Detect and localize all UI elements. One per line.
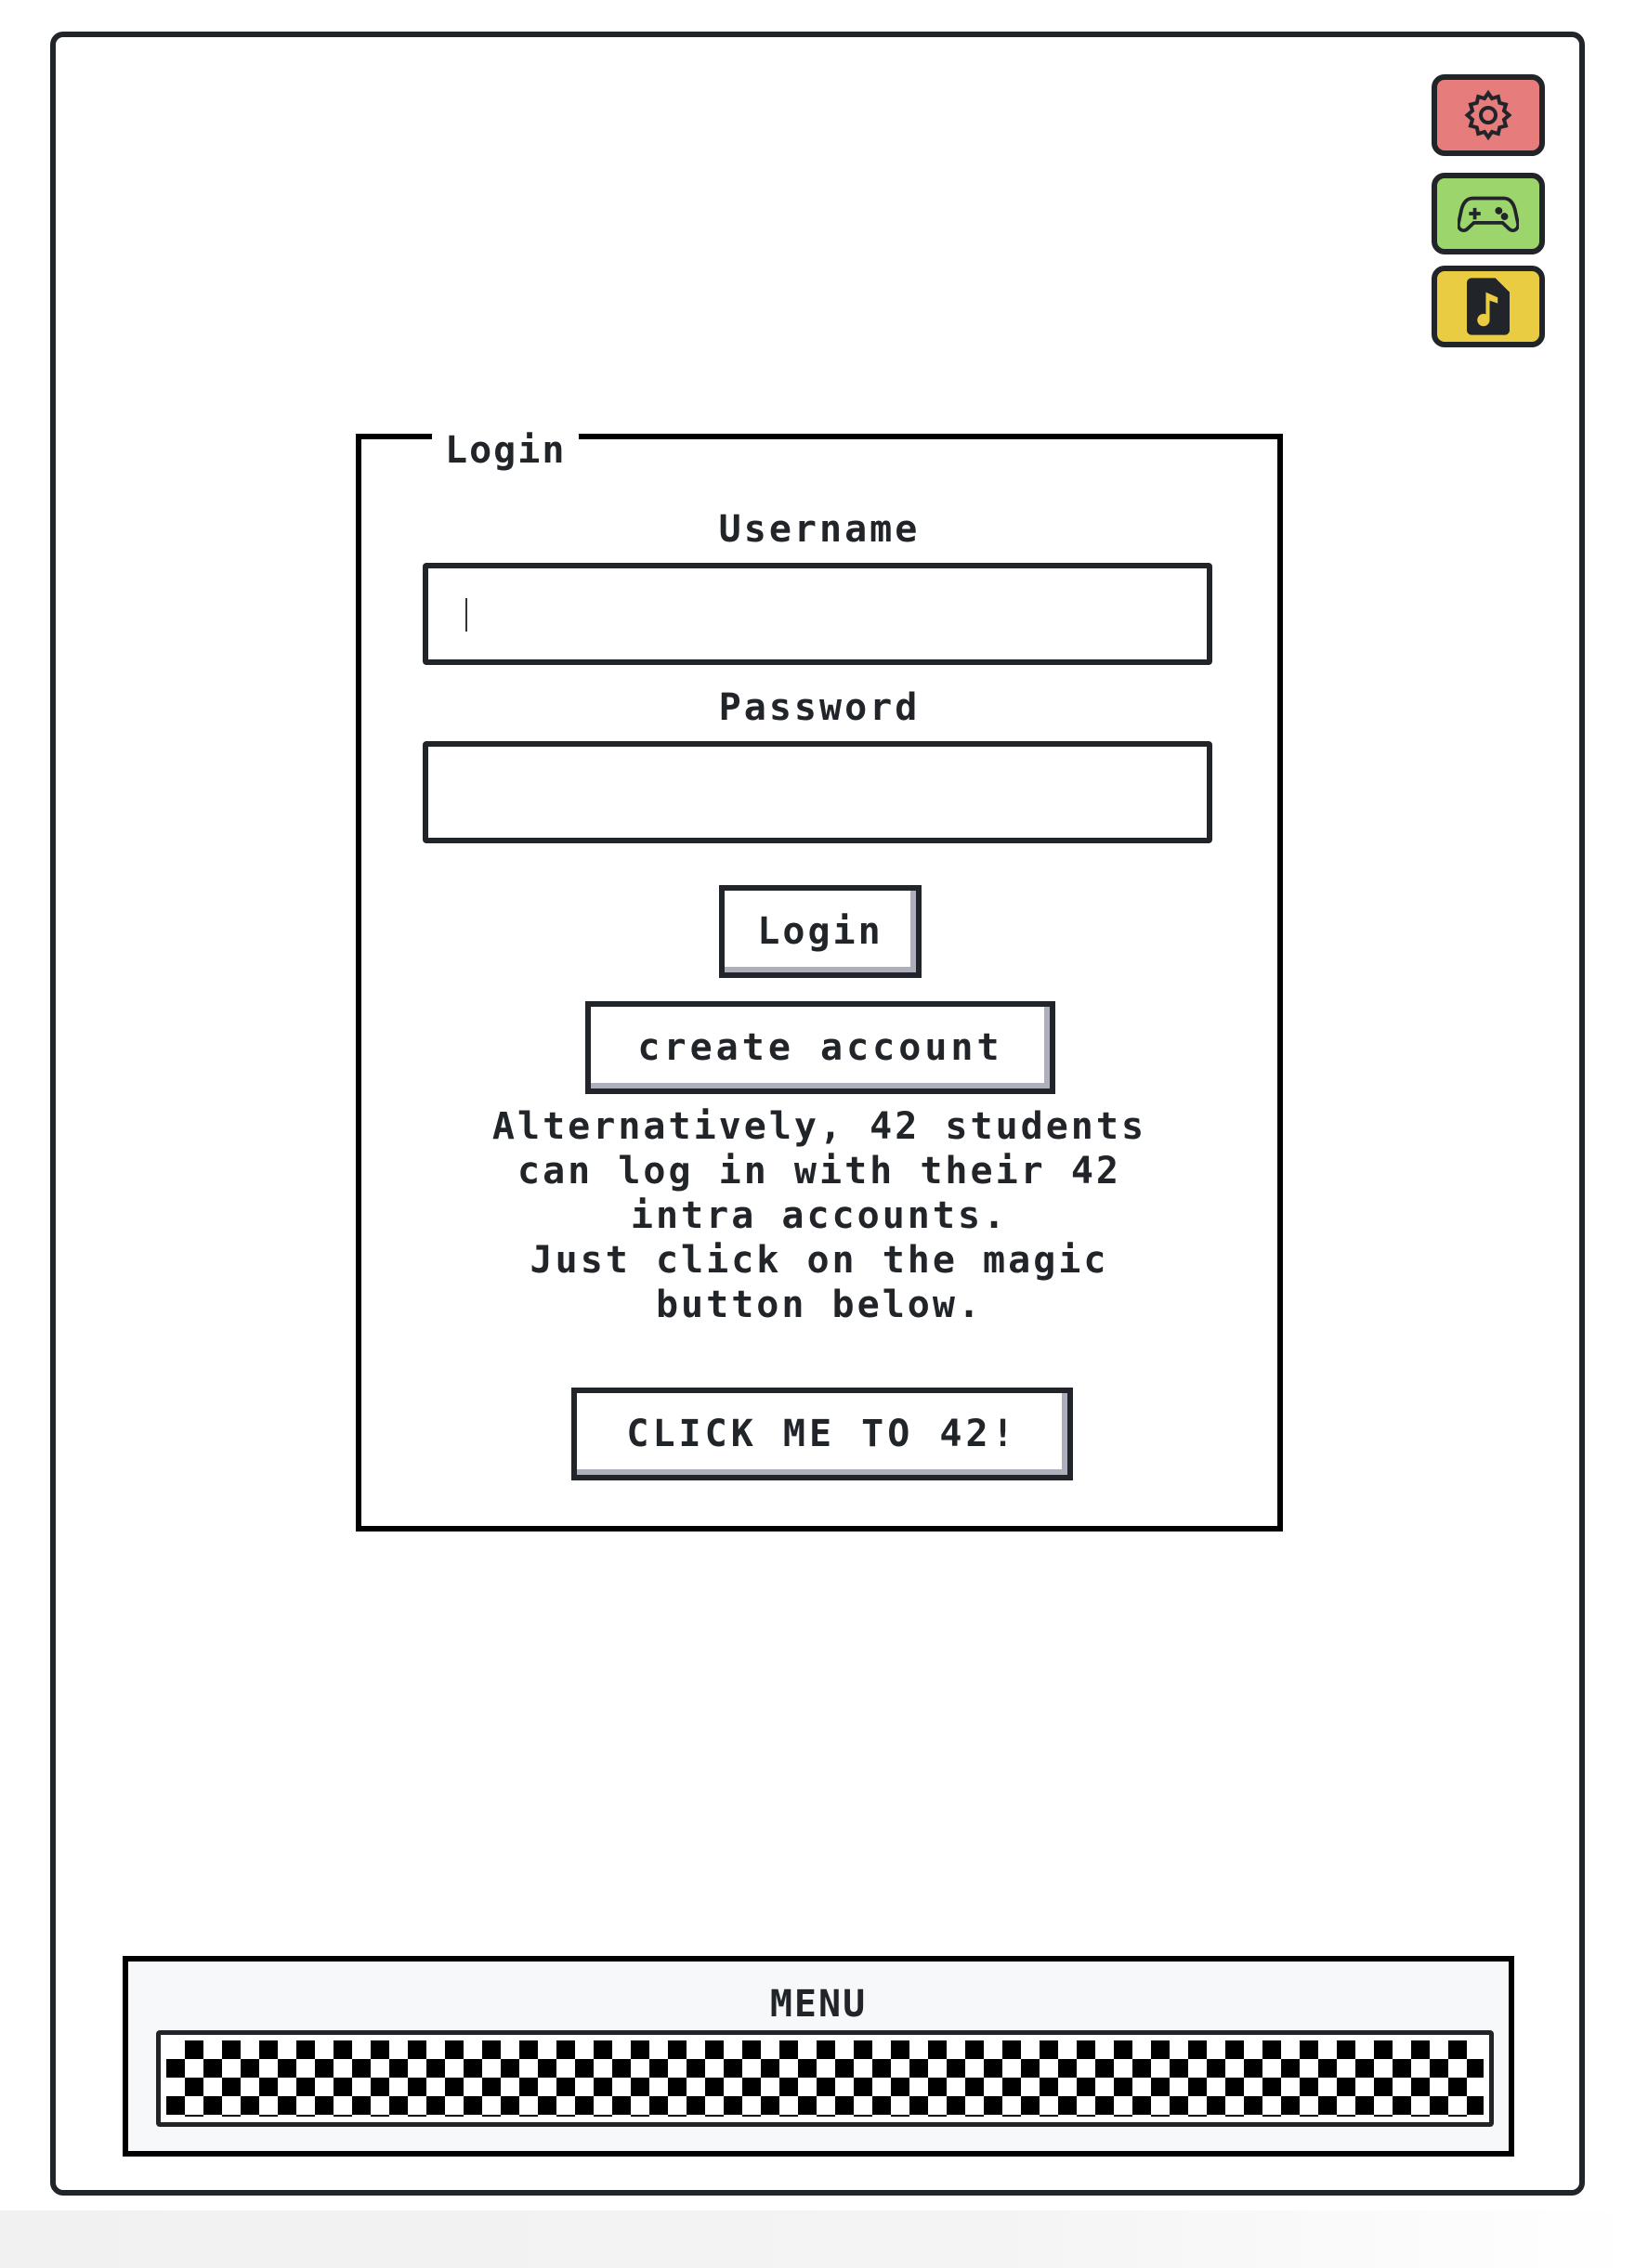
music-file-icon	[1467, 278, 1510, 335]
intra-42-login-button[interactable]: CLICK ME TO 42!	[571, 1388, 1073, 1480]
text-caret	[465, 598, 467, 632]
info-line: Just click on the magic	[530, 1239, 1109, 1282]
login-button[interactable]: Login	[719, 885, 922, 978]
info-line: button below.	[655, 1284, 984, 1326]
page-bottom-strip	[0, 2210, 1635, 2268]
menu-panel: MENU	[123, 1956, 1514, 2157]
username-label: Username	[718, 508, 921, 551]
checker-pattern	[166, 2040, 1484, 2117]
menu-title: MENU	[769, 1983, 868, 2026]
music-button[interactable]	[1432, 266, 1545, 347]
info-line: Alternatively, 42 students	[491, 1105, 1147, 1148]
password-label: Password	[718, 686, 921, 729]
menu-toggle-bar[interactable]	[156, 2030, 1494, 2127]
login-fieldset: Login Username Password Login create acc…	[356, 426, 1283, 1532]
info-line: can log in with their 42	[517, 1150, 1121, 1193]
games-button[interactable]	[1432, 173, 1545, 254]
create-account-button[interactable]: create account	[585, 1001, 1055, 1094]
username-input[interactable]	[423, 563, 1212, 665]
password-input[interactable]	[423, 741, 1212, 843]
gear-icon	[1464, 89, 1512, 141]
gamepad-icon	[1458, 196, 1519, 232]
login-legend: Login	[432, 426, 580, 475]
info-line: intra accounts.	[630, 1194, 1009, 1237]
intra-login-info: Alternatively, 42 students can log in wi…	[399, 1104, 1240, 1327]
settings-button[interactable]	[1432, 74, 1545, 156]
